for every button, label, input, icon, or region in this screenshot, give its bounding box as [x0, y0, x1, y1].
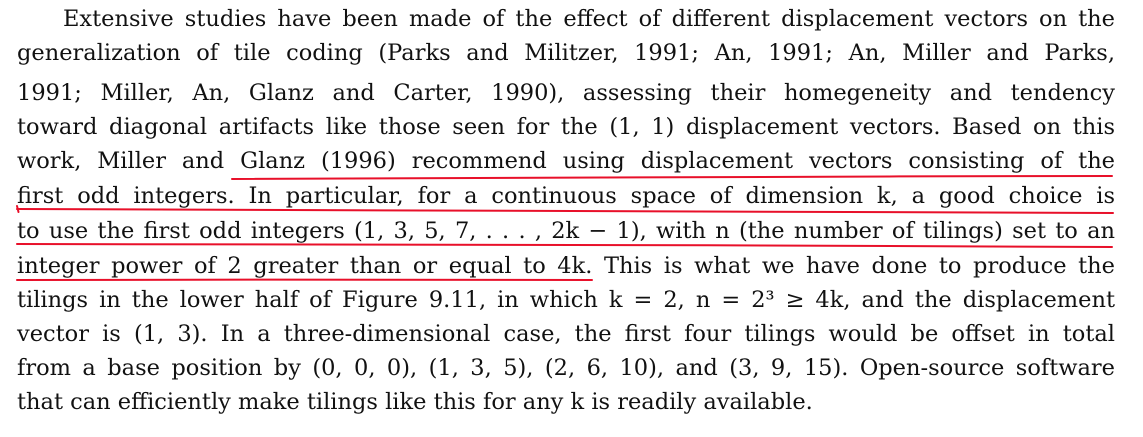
text-line-1: Extensive studies have been made of the … [63, 6, 1115, 32]
text-line-8: integer power of 2 greater than or equal… [17, 253, 1115, 279]
text-line-11: from a base position by (0, 0, 0), (1, 3… [17, 355, 1115, 381]
document-page: Extensive studies have been made of the … [0, 0, 1143, 437]
text-line-10: vector is (1, 3). In a three-dimensional… [17, 321, 1115, 347]
text-line-7: to use the first odd integers (1, 3, 5, … [17, 218, 1115, 244]
text-line-2: generalization of tile coding (Parks and… [17, 40, 1115, 66]
text-line-3: 1991; Miller, An, Glanz and Carter, 1990… [17, 80, 1115, 106]
text-line-5: work, Miller and Glanz (1996) recommend … [17, 148, 1115, 174]
text-line-12: that can efficiently make tilings like t… [17, 389, 813, 415]
text-line-6: first odd integers. In particular, for a… [17, 183, 1115, 209]
text-line-9: tilings in the lower half of Figure 9.11… [17, 287, 1115, 313]
text-line-4: toward diagonal artifacts like those see… [17, 114, 1115, 140]
